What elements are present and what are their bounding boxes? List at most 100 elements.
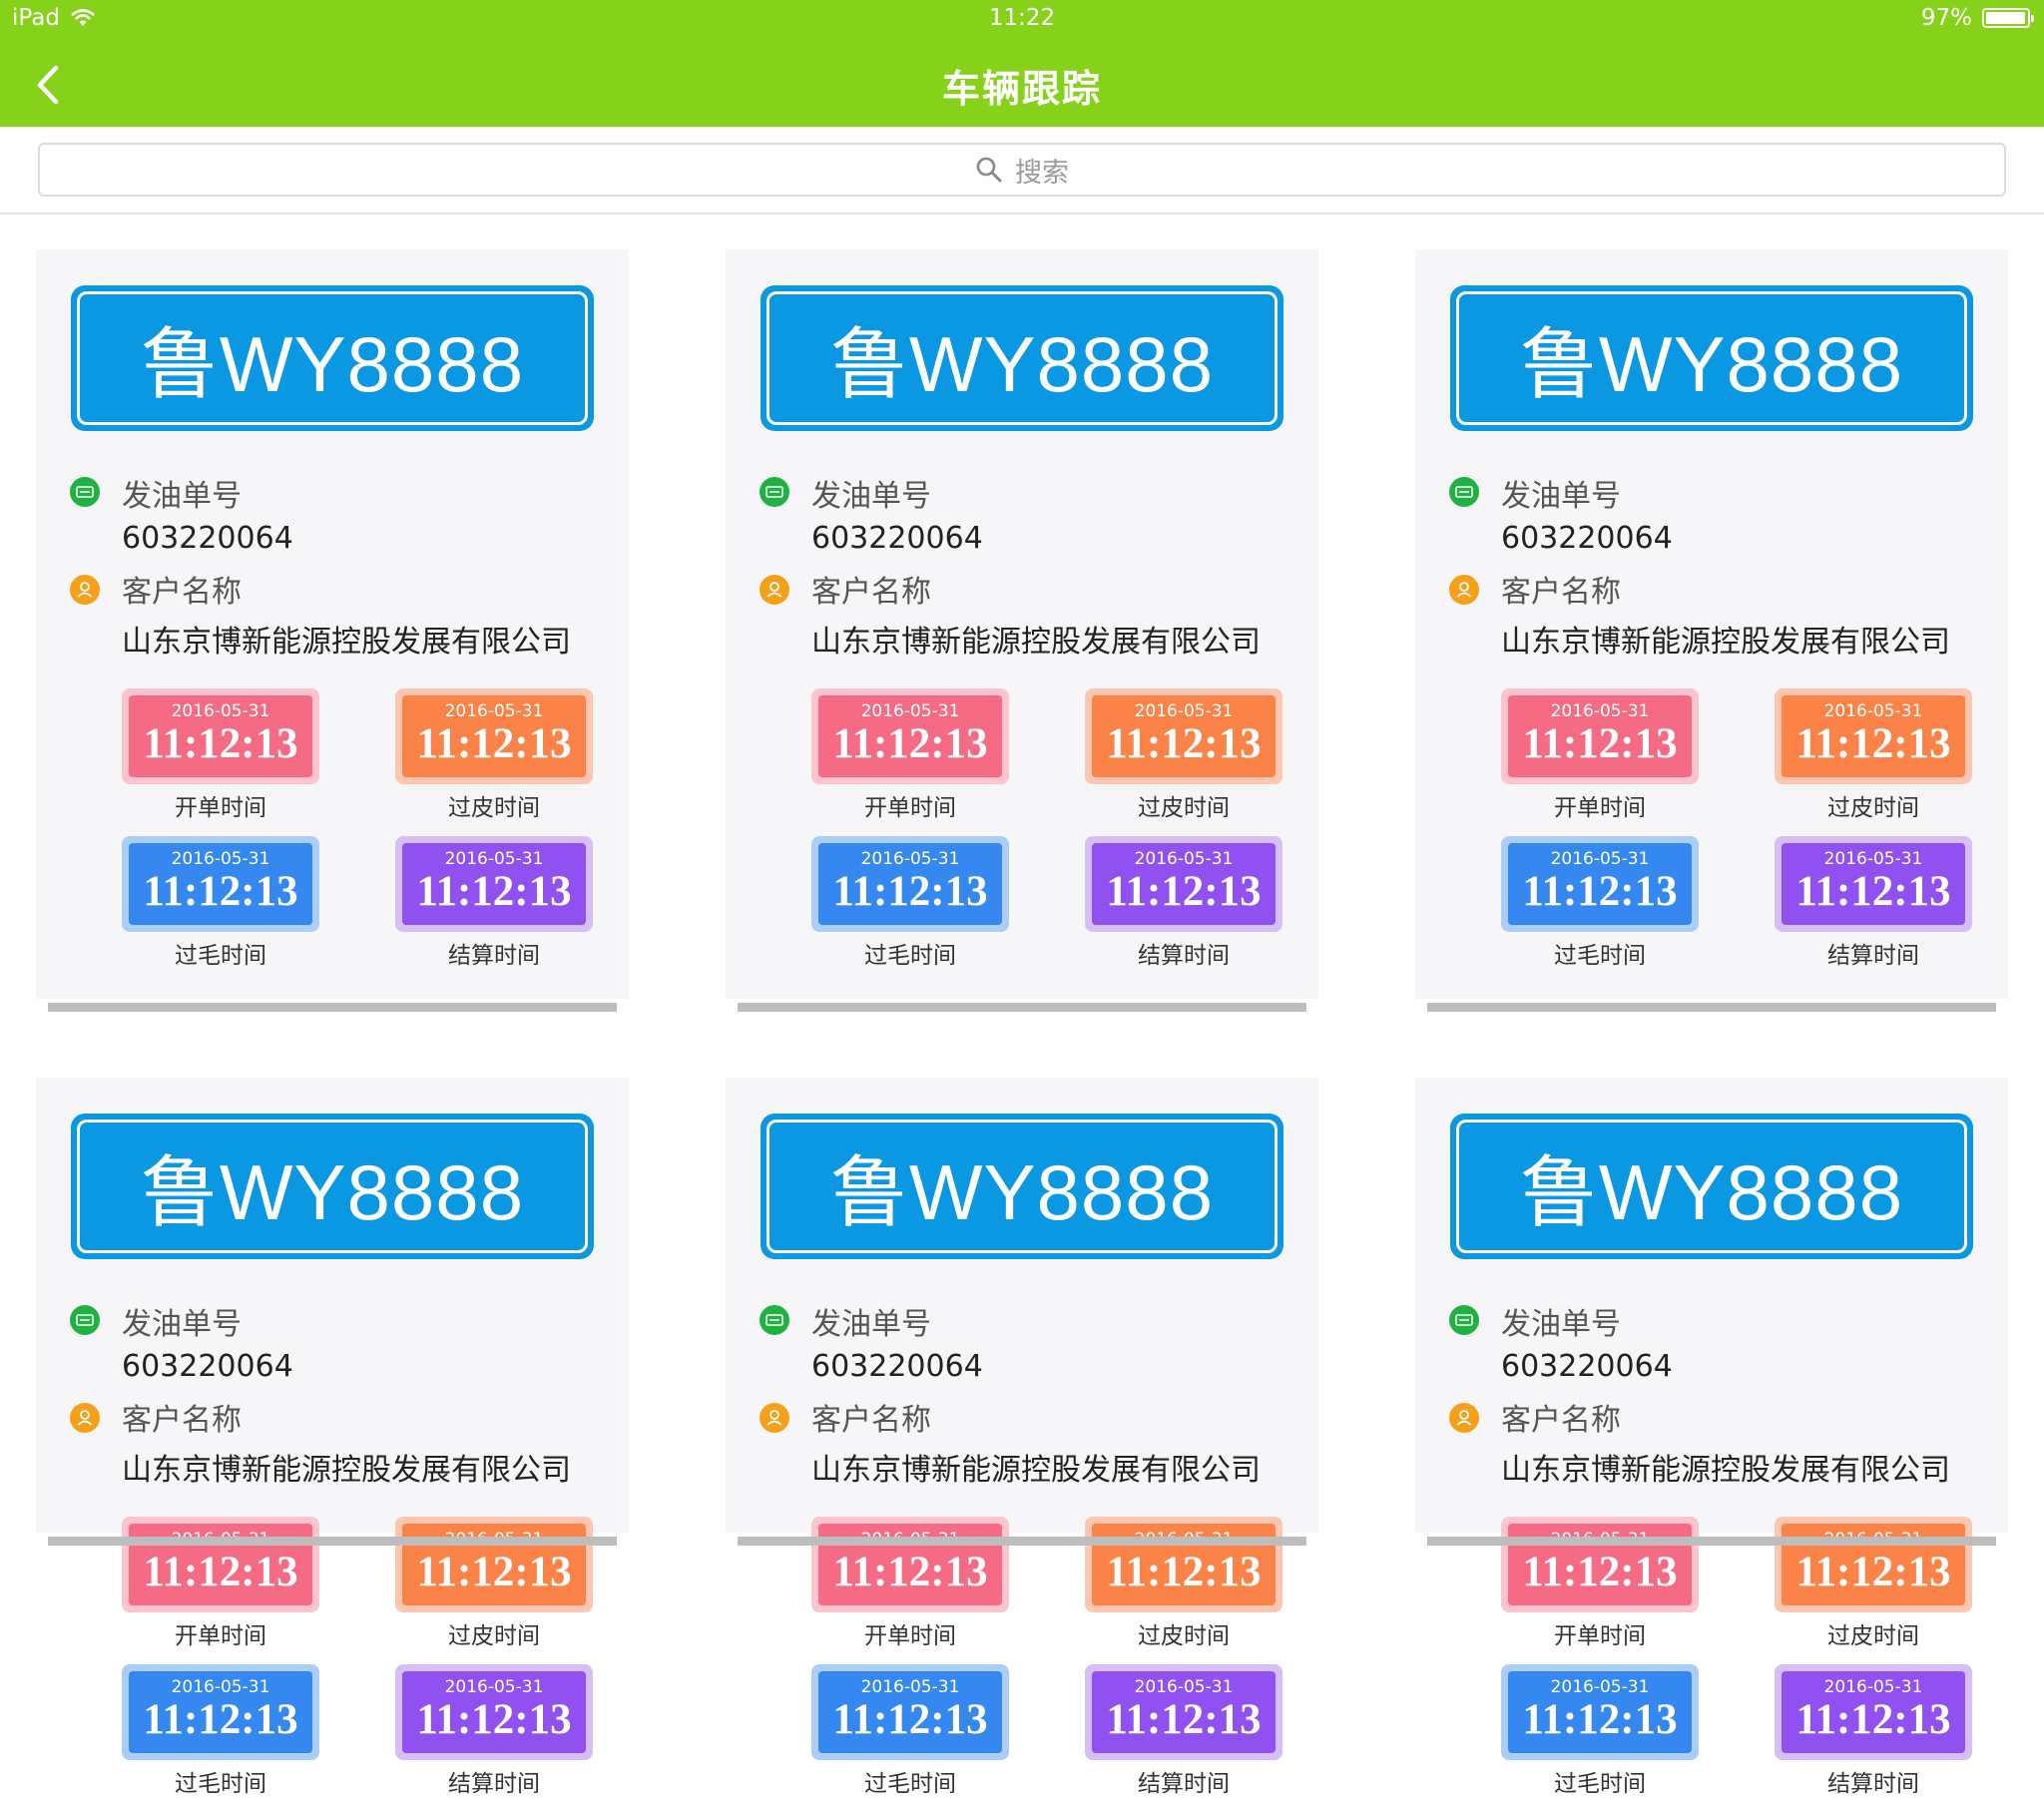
customer-label: 客户名称 [1501,1403,1621,1438]
vehicle-card[interactable]: 鲁WY8888 发油单号 603220064 客户名称 山东京博新能源控股发展有… [1415,249,2008,1012]
status-time: 11:22 [988,5,1056,31]
card-bottom-bar [1427,1537,1996,1546]
order-number-label: 发油单号 [811,1307,931,1342]
open-time-label: 开单时间 [175,795,266,821]
gross-time-label: 过毛时间 [175,943,266,969]
tare-time-tile: 2016-05-31 11:12:13 [1085,1517,1282,1612]
license-plate: 鲁WY8888 [761,1114,1283,1259]
customer-value: 山东京博新能源控股发展有限公司 [1501,1453,1950,1488]
vehicle-card[interactable]: 鲁WY8888 发油单号 603220064 客户名称 山东京博新能源控股发展有… [36,1078,629,1797]
open-time-label: 开单时间 [1554,795,1646,821]
gross-time-label: 过毛时间 [1554,1771,1646,1797]
open-time-tile: 2016-05-31 11:12:13 [122,1517,319,1612]
gross-time-tile: 2016-05-31 11:12:13 [122,1664,319,1760]
plate-number: 鲁WY8888 [77,291,588,425]
open-time: 11:12:13 [1522,720,1678,767]
battery-icon [1982,8,2034,28]
settle-date: 2016-05-31 [444,1677,544,1697]
order-number-value: 603220064 [811,1349,983,1384]
open-time-tile: 2016-05-31 11:12:13 [811,1517,1009,1612]
settle-time-label: 结算时间 [1138,943,1230,969]
card-bottom-bar [738,1537,1306,1546]
license-plate: 鲁WY8888 [761,285,1283,431]
customer-value: 山东京博新能源控股发展有限公司 [811,625,1261,660]
gross-time: 11:12:13 [832,868,988,915]
order-number-value: 603220064 [1501,1349,1673,1384]
customer-icon [1449,1403,1479,1433]
customer-label: 客户名称 [1501,575,1621,610]
vehicle-card[interactable]: 鲁WY8888 发油单号 603220064 客户名称 山东京博新能源控股发展有… [1415,1078,2008,1797]
tare-time: 11:12:13 [416,720,572,767]
open-time-label: 开单时间 [864,1623,956,1649]
settle-time: 11:12:13 [1106,868,1262,915]
gross-time: 11:12:13 [143,1696,298,1743]
settle-time: 11:12:13 [416,1696,572,1743]
tare-time: 11:12:13 [1795,720,1951,767]
gross-time: 11:12:13 [143,868,298,915]
search-bar: 搜索 [0,127,2044,215]
gross-time-label: 过毛时间 [1554,943,1646,969]
tare-date: 2016-05-31 [444,701,544,721]
tare-time-label: 过皮时间 [1138,795,1230,821]
gross-date: 2016-05-31 [1550,849,1650,869]
gross-time-tile: 2016-05-31 11:12:13 [122,836,319,932]
order-number-value: 603220064 [1501,521,1673,556]
vehicle-card[interactable]: 鲁WY8888 发油单号 603220064 客户名称 山东京博新能源控股发展有… [726,249,1318,1012]
open-time: 11:12:13 [832,1549,988,1595]
open-date: 2016-05-31 [171,701,270,721]
customer-label: 客户名称 [811,575,931,610]
search-icon [976,157,1002,183]
license-plate: 鲁WY8888 [71,1114,594,1259]
tare-date: 2016-05-31 [1823,701,1923,721]
vehicle-card[interactable]: 鲁WY8888 发油单号 603220064 客户名称 山东京博新能源控股发展有… [726,1078,1318,1797]
customer-value: 山东京博新能源控股发展有限公司 [1501,625,1950,660]
order-number-value: 603220064 [122,1349,293,1384]
gross-time-tile: 2016-05-31 11:12:13 [811,836,1009,932]
tare-time-label: 过皮时间 [448,1623,540,1649]
tare-date: 2016-05-31 [1134,701,1234,721]
settle-date: 2016-05-31 [1823,1677,1923,1697]
settle-time-tile: 2016-05-31 11:12:13 [395,1664,593,1760]
gross-date: 2016-05-31 [860,1677,960,1697]
card-bottom-bar [738,1003,1306,1012]
open-time-label: 开单时间 [864,795,956,821]
search-input[interactable]: 搜索 [38,143,2006,197]
settle-time-label: 结算时间 [448,1771,540,1797]
order-number-icon [1449,1305,1479,1335]
open-time-label: 开单时间 [1554,1623,1646,1649]
status-right: 97% [1921,5,2034,31]
customer-value: 山东京博新能源控股发展有限公司 [122,1453,571,1488]
plate-number: 鲁WY8888 [766,291,1278,425]
order-number-label: 发油单号 [811,479,931,514]
gross-date: 2016-05-31 [171,1677,270,1697]
settle-time-label: 结算时间 [448,943,540,969]
settle-date: 2016-05-31 [1134,849,1234,869]
tare-time: 11:12:13 [1106,1549,1262,1595]
settle-time-tile: 2016-05-31 11:12:13 [1775,1664,1972,1760]
tare-time-label: 过皮时间 [1138,1623,1230,1649]
settle-time: 11:12:13 [1795,868,1951,915]
page-title: 车辆跟踪 [941,67,1102,111]
tare-time-label: 过皮时间 [1827,1623,1919,1649]
open-time-tile: 2016-05-31 11:12:13 [811,688,1009,784]
open-time-tile: 2016-05-31 11:12:13 [1501,688,1699,784]
settle-time-tile: 2016-05-31 11:12:13 [395,836,593,932]
order-number-icon [760,1305,789,1335]
open-time: 11:12:13 [143,720,298,767]
open-time-label: 开单时间 [175,1623,266,1649]
customer-label: 客户名称 [122,1403,242,1438]
open-time-tile: 2016-05-31 11:12:13 [1501,1517,1699,1612]
gross-time-label: 过毛时间 [175,1771,266,1797]
plate-number: 鲁WY8888 [77,1120,588,1253]
settle-time-tile: 2016-05-31 11:12:13 [1085,1664,1282,1760]
settle-date: 2016-05-31 [1134,1677,1234,1697]
license-plate: 鲁WY8888 [71,285,594,431]
order-number-value: 603220064 [811,521,983,556]
open-time: 11:12:13 [832,720,988,767]
card-bottom-bar [48,1537,617,1546]
order-number-icon [70,1305,100,1335]
settle-time: 11:12:13 [416,868,572,915]
tare-time-tile: 2016-05-31 11:12:13 [395,688,593,784]
order-number-label: 发油单号 [1501,479,1621,514]
vehicle-card[interactable]: 鲁WY8888 发油单号 603220064 客户名称 山东京博新能源控股发展有… [36,249,629,1012]
